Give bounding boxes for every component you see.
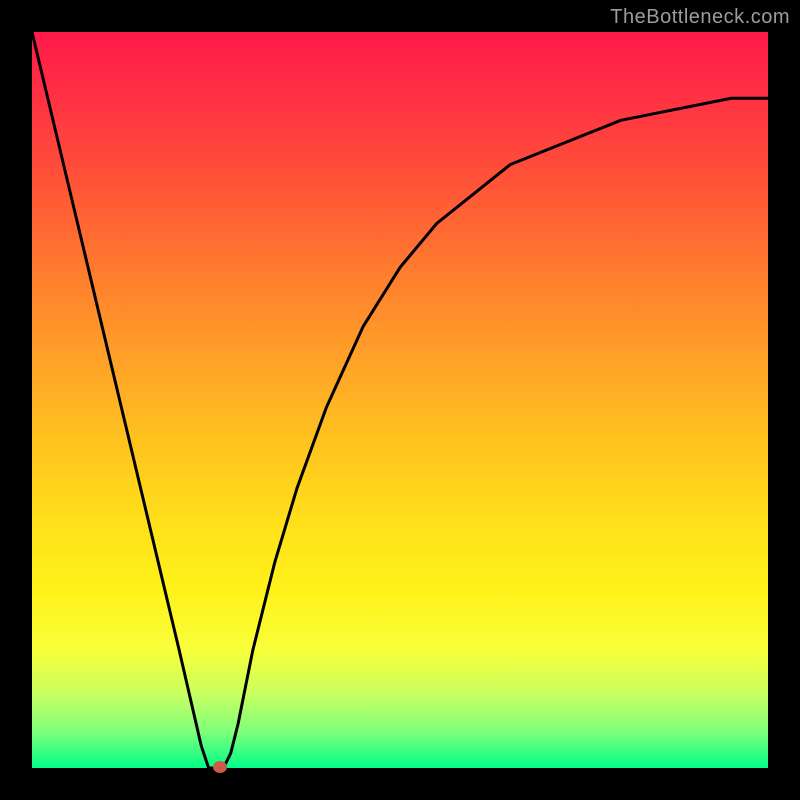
credit-label: TheBottleneck.com	[610, 6, 790, 29]
plot-area	[32, 32, 768, 768]
outer-frame: TheBottleneck.com	[0, 0, 800, 800]
chart-curve	[32, 32, 768, 768]
marker-dot	[213, 761, 227, 773]
